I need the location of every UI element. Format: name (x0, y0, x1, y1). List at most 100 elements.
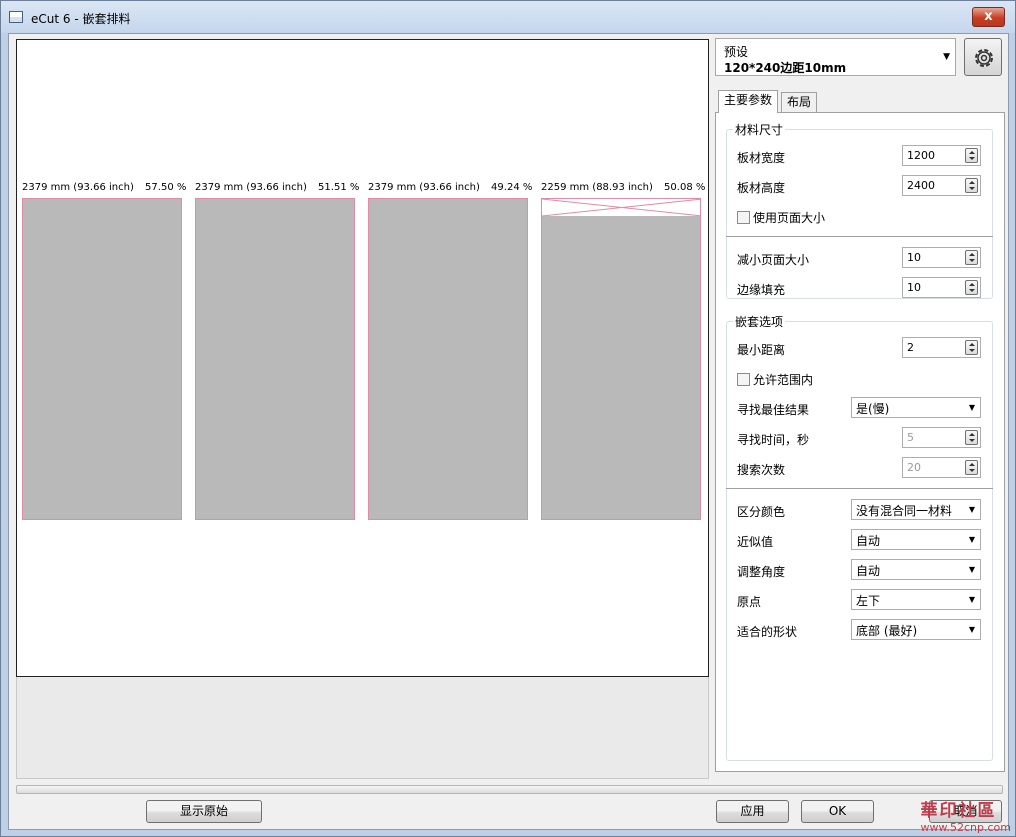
color-select[interactable]: 没有混合同一材料 ▼ (851, 499, 981, 520)
best-result-label: 寻找最佳结果 (737, 403, 810, 417)
sheet-4-parts (542, 216, 700, 519)
chevron-down-icon: ▼ (943, 52, 950, 62)
preset-value: 120*240边距10mm (724, 61, 847, 75)
chevron-down-icon: ▼ (968, 595, 975, 604)
search-time-value: 5 (907, 431, 914, 444)
app-icon (9, 11, 23, 23)
sheet-height-value: 2400 (907, 179, 935, 192)
chevron-down-icon: ▼ (968, 625, 975, 634)
preset-dropdown[interactable]: 预设 120*240边距10mm ▼ (715, 38, 956, 76)
angle-label: 调整角度 (737, 565, 786, 579)
best-result-select[interactable]: 是(慢) ▼ (851, 397, 981, 418)
allow-in-range-checkbox[interactable]: 允许范围内 (737, 371, 813, 388)
search-count-label: 搜索次数 (737, 463, 786, 477)
dialog-client: 2379 mm (93.66 inch) 57.50 % 2379 mm (93… (8, 33, 1009, 830)
sheet-4-label: 2259 mm (88.93 inch) 50.08 % (541, 182, 711, 193)
sheet-2-parts (196, 199, 354, 519)
chevron-down-icon: ▼ (968, 565, 975, 574)
spin-arrows-icon[interactable] (965, 250, 978, 265)
approx-value: 自动 (856, 534, 881, 548)
spin-arrows-icon[interactable] (965, 148, 978, 163)
sheet-width-label: 板材宽度 (737, 151, 786, 165)
search-count-value: 20 (907, 461, 921, 474)
sheet-4-length: 2259 mm (88.93 inch) (541, 182, 653, 193)
shape-value: 底部 (最好) (856, 624, 918, 638)
sheet-width-value: 1200 (907, 149, 935, 162)
use-page-size-checkbox[interactable]: 使用页面大小 (737, 209, 825, 226)
tab-layout[interactable]: 布局 (781, 92, 818, 113)
sheet-width-input[interactable]: 1200 (902, 145, 981, 166)
allow-in-range-label: 允许范围内 (753, 373, 814, 387)
sheet-height-label: 板材高度 (737, 181, 786, 195)
gear-icon (975, 49, 993, 67)
origin-select[interactable]: 左下 ▼ (851, 589, 981, 610)
window-title: eCut 6 - 嵌套排料 (31, 12, 131, 26)
edge-fill-input[interactable]: 10 (902, 277, 981, 298)
origin-value: 左下 (856, 594, 881, 608)
close-button[interactable]: x (972, 7, 1005, 27)
main-params-panel: 材料尺寸 板材宽度 1200 板材高度 2400 使用页面大小 减小页面大小 1… (715, 112, 1005, 772)
sheet-1-parts (23, 199, 181, 519)
checkbox-icon[interactable] (737, 373, 750, 386)
watermark-url: www.52cnp.com (920, 821, 1011, 834)
edge-fill-value: 10 (907, 281, 921, 294)
edge-fill-label: 边缘填充 (737, 283, 786, 297)
title-bar: eCut 6 - 嵌套排料 x (1, 1, 1015, 33)
sheet-4-canvas[interactable] (541, 198, 701, 520)
sheet-height-input[interactable]: 2400 (902, 175, 981, 196)
best-result-value: 是(慢) (856, 402, 890, 416)
sheet-2-percent: 51.51 % (318, 182, 360, 193)
chevron-down-icon: ▼ (968, 535, 975, 544)
approx-label: 近似值 (737, 535, 774, 549)
spin-arrows-icon[interactable] (965, 280, 978, 295)
material-size-title: 材料尺寸 (733, 121, 786, 138)
sheet-1-canvas[interactable] (22, 198, 182, 520)
apply-button[interactable]: 应用 (716, 800, 789, 823)
settings-panel: 预设 120*240边距10mm ▼ 主要参数 布局 材料尺寸 板材宽度 120… (714, 34, 1006, 779)
sheet-2-length: 2379 mm (93.66 inch) (195, 182, 307, 193)
chevron-down-icon: ▼ (968, 403, 975, 412)
spin-arrows-icon[interactable] (965, 340, 978, 355)
sheet-1-label: 2379 mm (93.66 inch) 57.50 % (22, 182, 192, 193)
color-value: 没有混合同一材料 (856, 504, 953, 518)
use-page-size-label: 使用页面大小 (753, 211, 826, 225)
spin-arrows-icon[interactable] (965, 430, 978, 445)
min-distance-input[interactable]: 2 (902, 337, 981, 358)
reduce-page-input[interactable]: 10 (902, 247, 981, 268)
nesting-preview: 2379 mm (93.66 inch) 57.50 % 2379 mm (93… (16, 39, 709, 677)
tab-main-params[interactable]: 主要参数 (718, 90, 779, 113)
ok-button[interactable]: OK (801, 800, 874, 823)
search-time-input[interactable]: 5 (902, 427, 981, 448)
preview-footer-area (16, 677, 709, 779)
search-count-input[interactable]: 20 (902, 457, 981, 478)
origin-label: 原点 (737, 595, 762, 609)
search-time-label: 寻找时间，秒 (737, 433, 810, 447)
sheet-1-percent: 57.50 % (145, 182, 187, 193)
min-distance-value: 2 (907, 341, 914, 354)
watermark: 華印社區 www.52cnp.com (921, 796, 1011, 834)
divider (726, 488, 993, 489)
spin-arrows-icon[interactable] (965, 178, 978, 193)
show-original-button[interactable]: 显示原始 (146, 800, 262, 823)
preset-label: 预设 (724, 45, 749, 59)
chevron-down-icon: ▼ (968, 505, 975, 514)
sheet-2-canvas[interactable] (195, 198, 355, 520)
progress-bar (16, 785, 1003, 794)
divider (726, 236, 993, 237)
sheet-3-label: 2379 mm (93.66 inch) 49.24 % (368, 182, 538, 193)
min-distance-label: 最小距离 (737, 343, 786, 357)
color-label: 区分颜色 (737, 505, 786, 519)
reduce-page-label: 减小页面大小 (737, 253, 810, 267)
sheet-3-canvas[interactable] (368, 198, 528, 520)
sheet-4-percent: 50.08 % (664, 182, 706, 193)
app-window: eCut 6 - 嵌套排料 x 2379 mm (93.66 inch) 57.… (0, 0, 1016, 837)
angle-select[interactable]: 自动 ▼ (851, 559, 981, 580)
approx-select[interactable]: 自动 ▼ (851, 529, 981, 550)
watermark-brand: 華印社區 (920, 801, 997, 821)
shape-select[interactable]: 底部 (最好) ▼ (851, 619, 981, 640)
nesting-options-title: 嵌套选项 (733, 313, 786, 330)
sheet-3-percent: 49.24 % (491, 182, 533, 193)
spin-arrows-icon[interactable] (965, 460, 978, 475)
settings-button[interactable] (964, 38, 1002, 76)
checkbox-icon[interactable] (737, 211, 750, 224)
